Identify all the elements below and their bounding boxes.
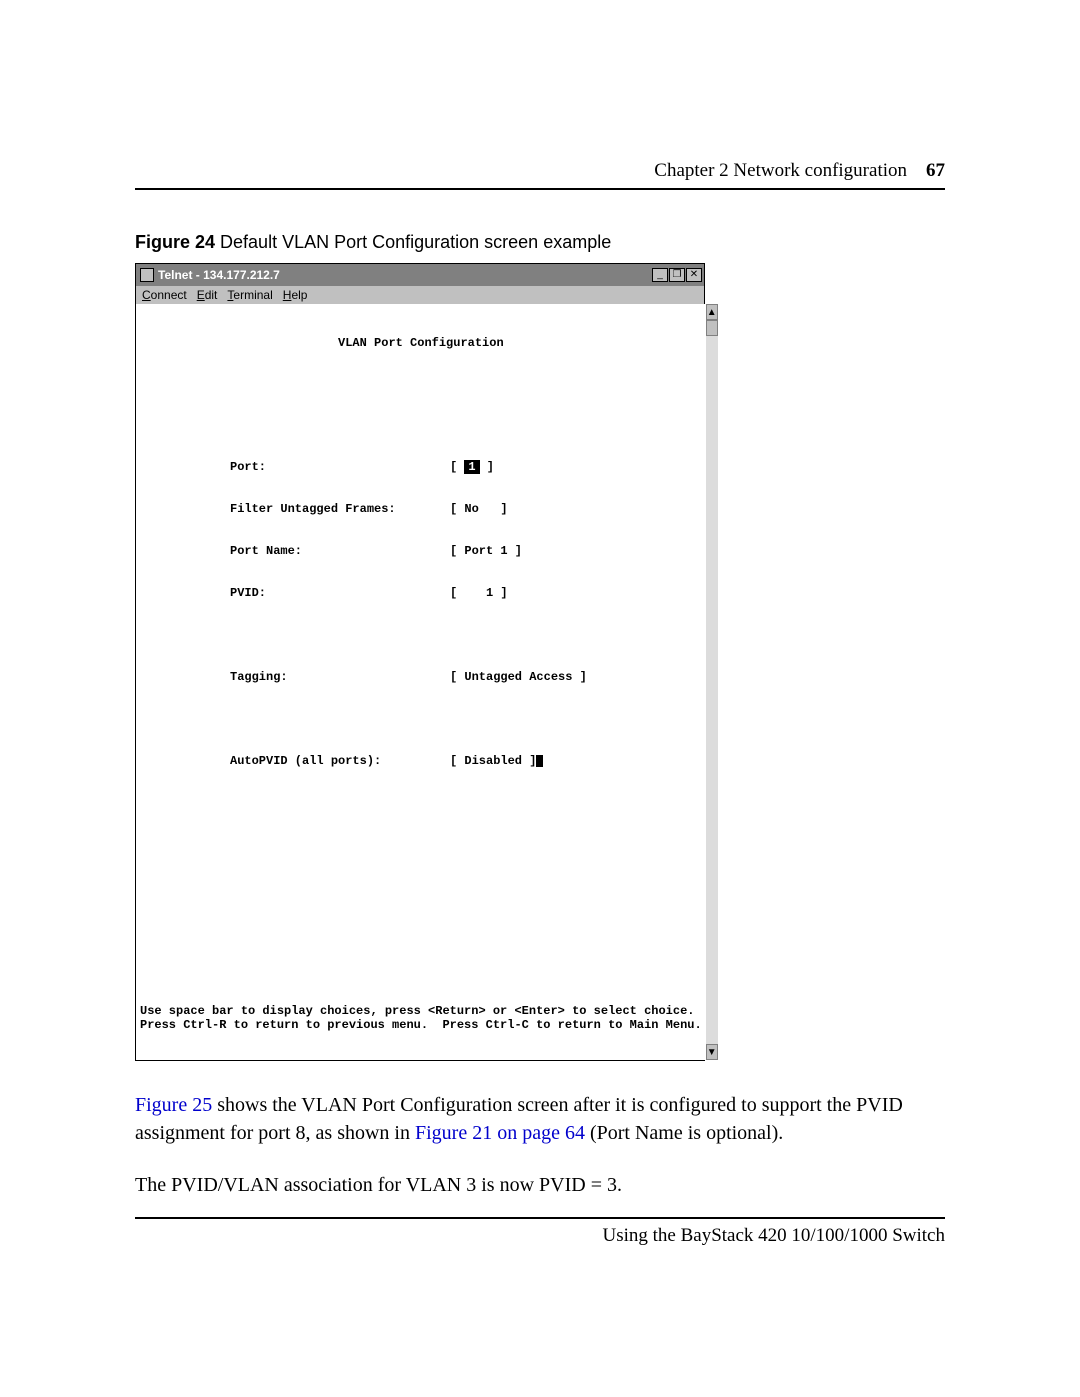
scroll-thumb[interactable]	[706, 320, 718, 336]
filter-untagged-value[interactable]: [ No ]	[450, 502, 508, 516]
menu-terminal[interactable]: Terminal	[227, 288, 272, 302]
figure-25-link[interactable]: Figure 25	[135, 1094, 212, 1116]
app-icon	[140, 268, 154, 282]
filter-untagged-label: Filter Untagged Frames:	[230, 502, 450, 516]
terminal-help-line-1: Use space bar to display choices, press …	[140, 1004, 695, 1018]
scroll-down-button[interactable]: ▼	[706, 1044, 718, 1060]
titlebar: Telnet - 134.177.212.7 _ ❐ ✕	[136, 264, 704, 286]
terminal-content: VLAN Port Configuration Port: [ 1 ] Filt…	[136, 304, 706, 1060]
scroll-track[interactable]	[706, 336, 718, 1044]
port-label: Port:	[230, 460, 450, 474]
footer-rule	[135, 1217, 945, 1219]
minimize-button[interactable]: _	[652, 268, 668, 282]
header-chapter: Chapter 2 Network configuration	[654, 160, 907, 181]
tagging-value[interactable]: [ Untagged Access ]	[450, 670, 587, 684]
menu-edit[interactable]: Edit	[197, 288, 218, 302]
figure-caption: Figure 24 Default VLAN Port Configuratio…	[135, 232, 945, 253]
terminal-help-line-2: Press Ctrl-R to return to previous menu.…	[140, 1018, 702, 1032]
close-button[interactable]: ✕	[686, 268, 702, 282]
pvid-value[interactable]: [ 1 ]	[450, 586, 508, 600]
header-page-number: 67	[926, 160, 945, 181]
telnet-window: Telnet - 134.177.212.7 _ ❐ ✕ Connect Edi…	[135, 263, 705, 1061]
screen-title: VLAN Port Configuration	[136, 336, 706, 350]
window-title: Telnet - 134.177.212.7	[158, 268, 280, 282]
port-value[interactable]: [ 1 ]	[450, 460, 494, 474]
scroll-up-button[interactable]: ▲	[706, 304, 718, 320]
menu-help[interactable]: Help	[283, 288, 308, 302]
body-p1d: (Port Name is optional).	[585, 1122, 783, 1144]
tagging-label: Tagging:	[230, 670, 450, 684]
footer-text: Using the BayStack 420 10/100/1000 Switc…	[135, 1225, 945, 1247]
terminal-cursor	[536, 755, 543, 767]
figure-caption-text: Default VLAN Port Configuration screen e…	[215, 232, 611, 252]
port-name-value[interactable]: [ Port 1 ]	[450, 544, 522, 558]
maximize-button[interactable]: ❐	[669, 268, 685, 282]
body-text: Figure 25 shows the VLAN Port Configurat…	[135, 1091, 945, 1199]
autopvid-value[interactable]: [ Disabled ]	[450, 754, 543, 768]
figure-label: Figure 24	[135, 232, 215, 252]
port-name-label: Port Name:	[230, 544, 450, 558]
autopvid-label: AutoPVID (all ports):	[230, 754, 450, 768]
header-rule	[135, 188, 945, 190]
body-p2: The PVID/VLAN association for VLAN 3 is …	[135, 1171, 945, 1199]
pvid-label: PVID:	[230, 586, 450, 600]
scrollbar[interactable]: ▲ ▼	[706, 304, 718, 1060]
menu-connect[interactable]: Connect	[142, 288, 187, 302]
menubar: Connect Edit Terminal Help	[136, 286, 704, 304]
figure-21-link[interactable]: Figure 21 on page 64	[415, 1122, 585, 1144]
